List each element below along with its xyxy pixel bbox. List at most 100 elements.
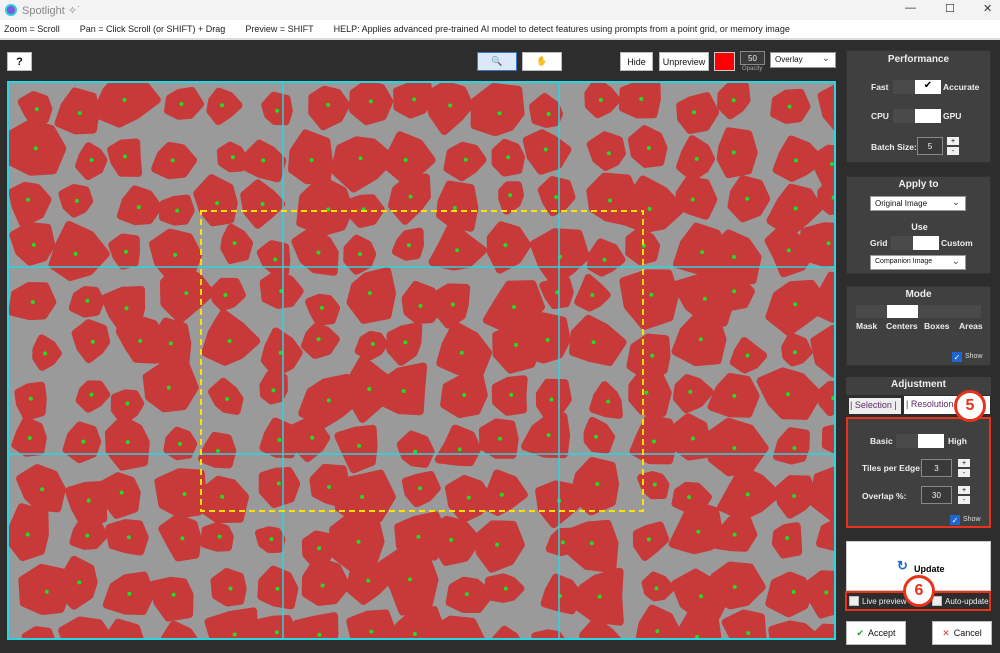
overlap-increment-button[interactable]: + (958, 486, 970, 494)
center-point (686, 495, 691, 500)
mask-blob (301, 556, 351, 606)
basic-label: Basic (870, 436, 893, 446)
center-point (408, 194, 413, 199)
center-point (273, 257, 278, 262)
center-point (450, 302, 455, 307)
mode-show-checkbox[interactable]: ✓ (952, 352, 962, 362)
center-point (126, 535, 131, 540)
mask-blob (423, 81, 474, 135)
accept-button[interactable]: ✔ Accept (846, 621, 906, 645)
mask-blob (470, 83, 525, 137)
tiles-increment-button[interactable]: + (958, 459, 970, 467)
hide-button[interactable]: Hide (620, 52, 653, 71)
display-mode-select[interactable]: Overlay (770, 52, 836, 68)
center-point (786, 248, 791, 253)
center-point (499, 492, 504, 497)
cancel-button[interactable]: ✕ Cancel (932, 621, 992, 645)
mask-blob (330, 136, 396, 193)
center-point (513, 342, 518, 347)
center-point (309, 158, 314, 163)
center-point (595, 482, 600, 487)
zoom-tool-button[interactable]: 🔍 (477, 52, 517, 71)
maximize-button[interactable]: ☐ (945, 2, 955, 15)
center-point (785, 535, 790, 540)
accuracy-toggle[interactable]: ✔ (893, 80, 941, 94)
close-button[interactable]: ✕ (983, 2, 992, 15)
minimize-button[interactable]: — (905, 2, 916, 14)
mask-blob (385, 131, 436, 182)
center-point (591, 340, 596, 345)
center-point (81, 439, 86, 444)
center-point (77, 111, 82, 116)
mask-blob (200, 522, 234, 552)
center-point (44, 589, 49, 594)
center-point (124, 306, 129, 311)
center-point (639, 97, 644, 102)
batch-size-input[interactable]: 5 (917, 137, 943, 155)
mask-blob (261, 91, 293, 126)
center-point (646, 145, 651, 150)
center-point (326, 398, 331, 403)
mask-blob (308, 85, 351, 131)
center-point (692, 110, 697, 115)
center-point (602, 257, 607, 262)
center-point (366, 578, 371, 583)
apply-to-select[interactable]: Original Image (870, 196, 966, 211)
resolution-toggle[interactable] (896, 434, 944, 448)
mask-blob (58, 616, 116, 640)
center-point (546, 111, 551, 116)
center-point (702, 296, 707, 301)
mode-areas[interactable]: Areas (959, 321, 983, 331)
mask-blob (704, 417, 769, 477)
center-point (125, 440, 130, 445)
mask-blob (220, 223, 253, 264)
overlap-input[interactable]: 30 (921, 486, 952, 504)
center-point (506, 155, 511, 160)
center-point (647, 206, 652, 211)
center-point (275, 586, 280, 591)
help-button[interactable]: ? (7, 52, 32, 71)
pan-tool-button[interactable]: ✋ (522, 52, 562, 71)
apply-to-panel: Apply to Original Image Use Grid Custom … (846, 176, 991, 274)
center-point (746, 631, 751, 636)
live-preview-checkbox[interactable] (849, 596, 859, 606)
tab-selection[interactable]: | Selection | (849, 398, 901, 414)
mask-blob (628, 369, 672, 417)
overlay-color-swatch[interactable] (714, 52, 735, 71)
companion-select[interactable]: Companion Image (870, 255, 966, 270)
center-point (319, 305, 324, 310)
opacity-input[interactable]: 50 (740, 51, 765, 65)
center-point (745, 353, 750, 358)
center-point (125, 401, 130, 406)
mask-blob (574, 274, 611, 312)
center-point (86, 498, 91, 503)
batch-decrement-button[interactable]: - (947, 147, 959, 155)
center-point (77, 580, 82, 585)
tiles-label: Tiles per Edge: (862, 463, 923, 473)
center-point (260, 201, 265, 206)
batch-increment-button[interactable]: + (947, 137, 959, 145)
mask-blob (583, 416, 615, 454)
mask-blob (540, 573, 584, 615)
tiles-decrement-button[interactable]: - (958, 469, 970, 477)
mode-centers[interactable]: Centers (886, 321, 918, 331)
resolution-show-checkbox[interactable]: ✓ (950, 515, 960, 525)
mode-boxes[interactable]: Boxes (924, 321, 950, 331)
tiles-input[interactable]: 3 (921, 459, 952, 477)
center-point (463, 157, 468, 162)
center-point (655, 629, 660, 634)
image-canvas[interactable] (7, 81, 836, 640)
mask-blob (669, 413, 711, 461)
device-toggle[interactable] (893, 109, 941, 123)
center-point (590, 292, 595, 297)
mask-blob (428, 221, 488, 271)
mode-mask[interactable]: Mask (856, 321, 877, 331)
center-point (85, 298, 90, 303)
mask-blob (675, 176, 718, 220)
center-point (792, 350, 797, 355)
overlap-decrement-button[interactable]: - (958, 496, 970, 504)
mode-selector[interactable] (856, 305, 981, 318)
prompt-source-toggle[interactable] (891, 236, 939, 250)
center-point (232, 241, 237, 246)
unpreview-button[interactable]: Unpreview (659, 52, 709, 71)
